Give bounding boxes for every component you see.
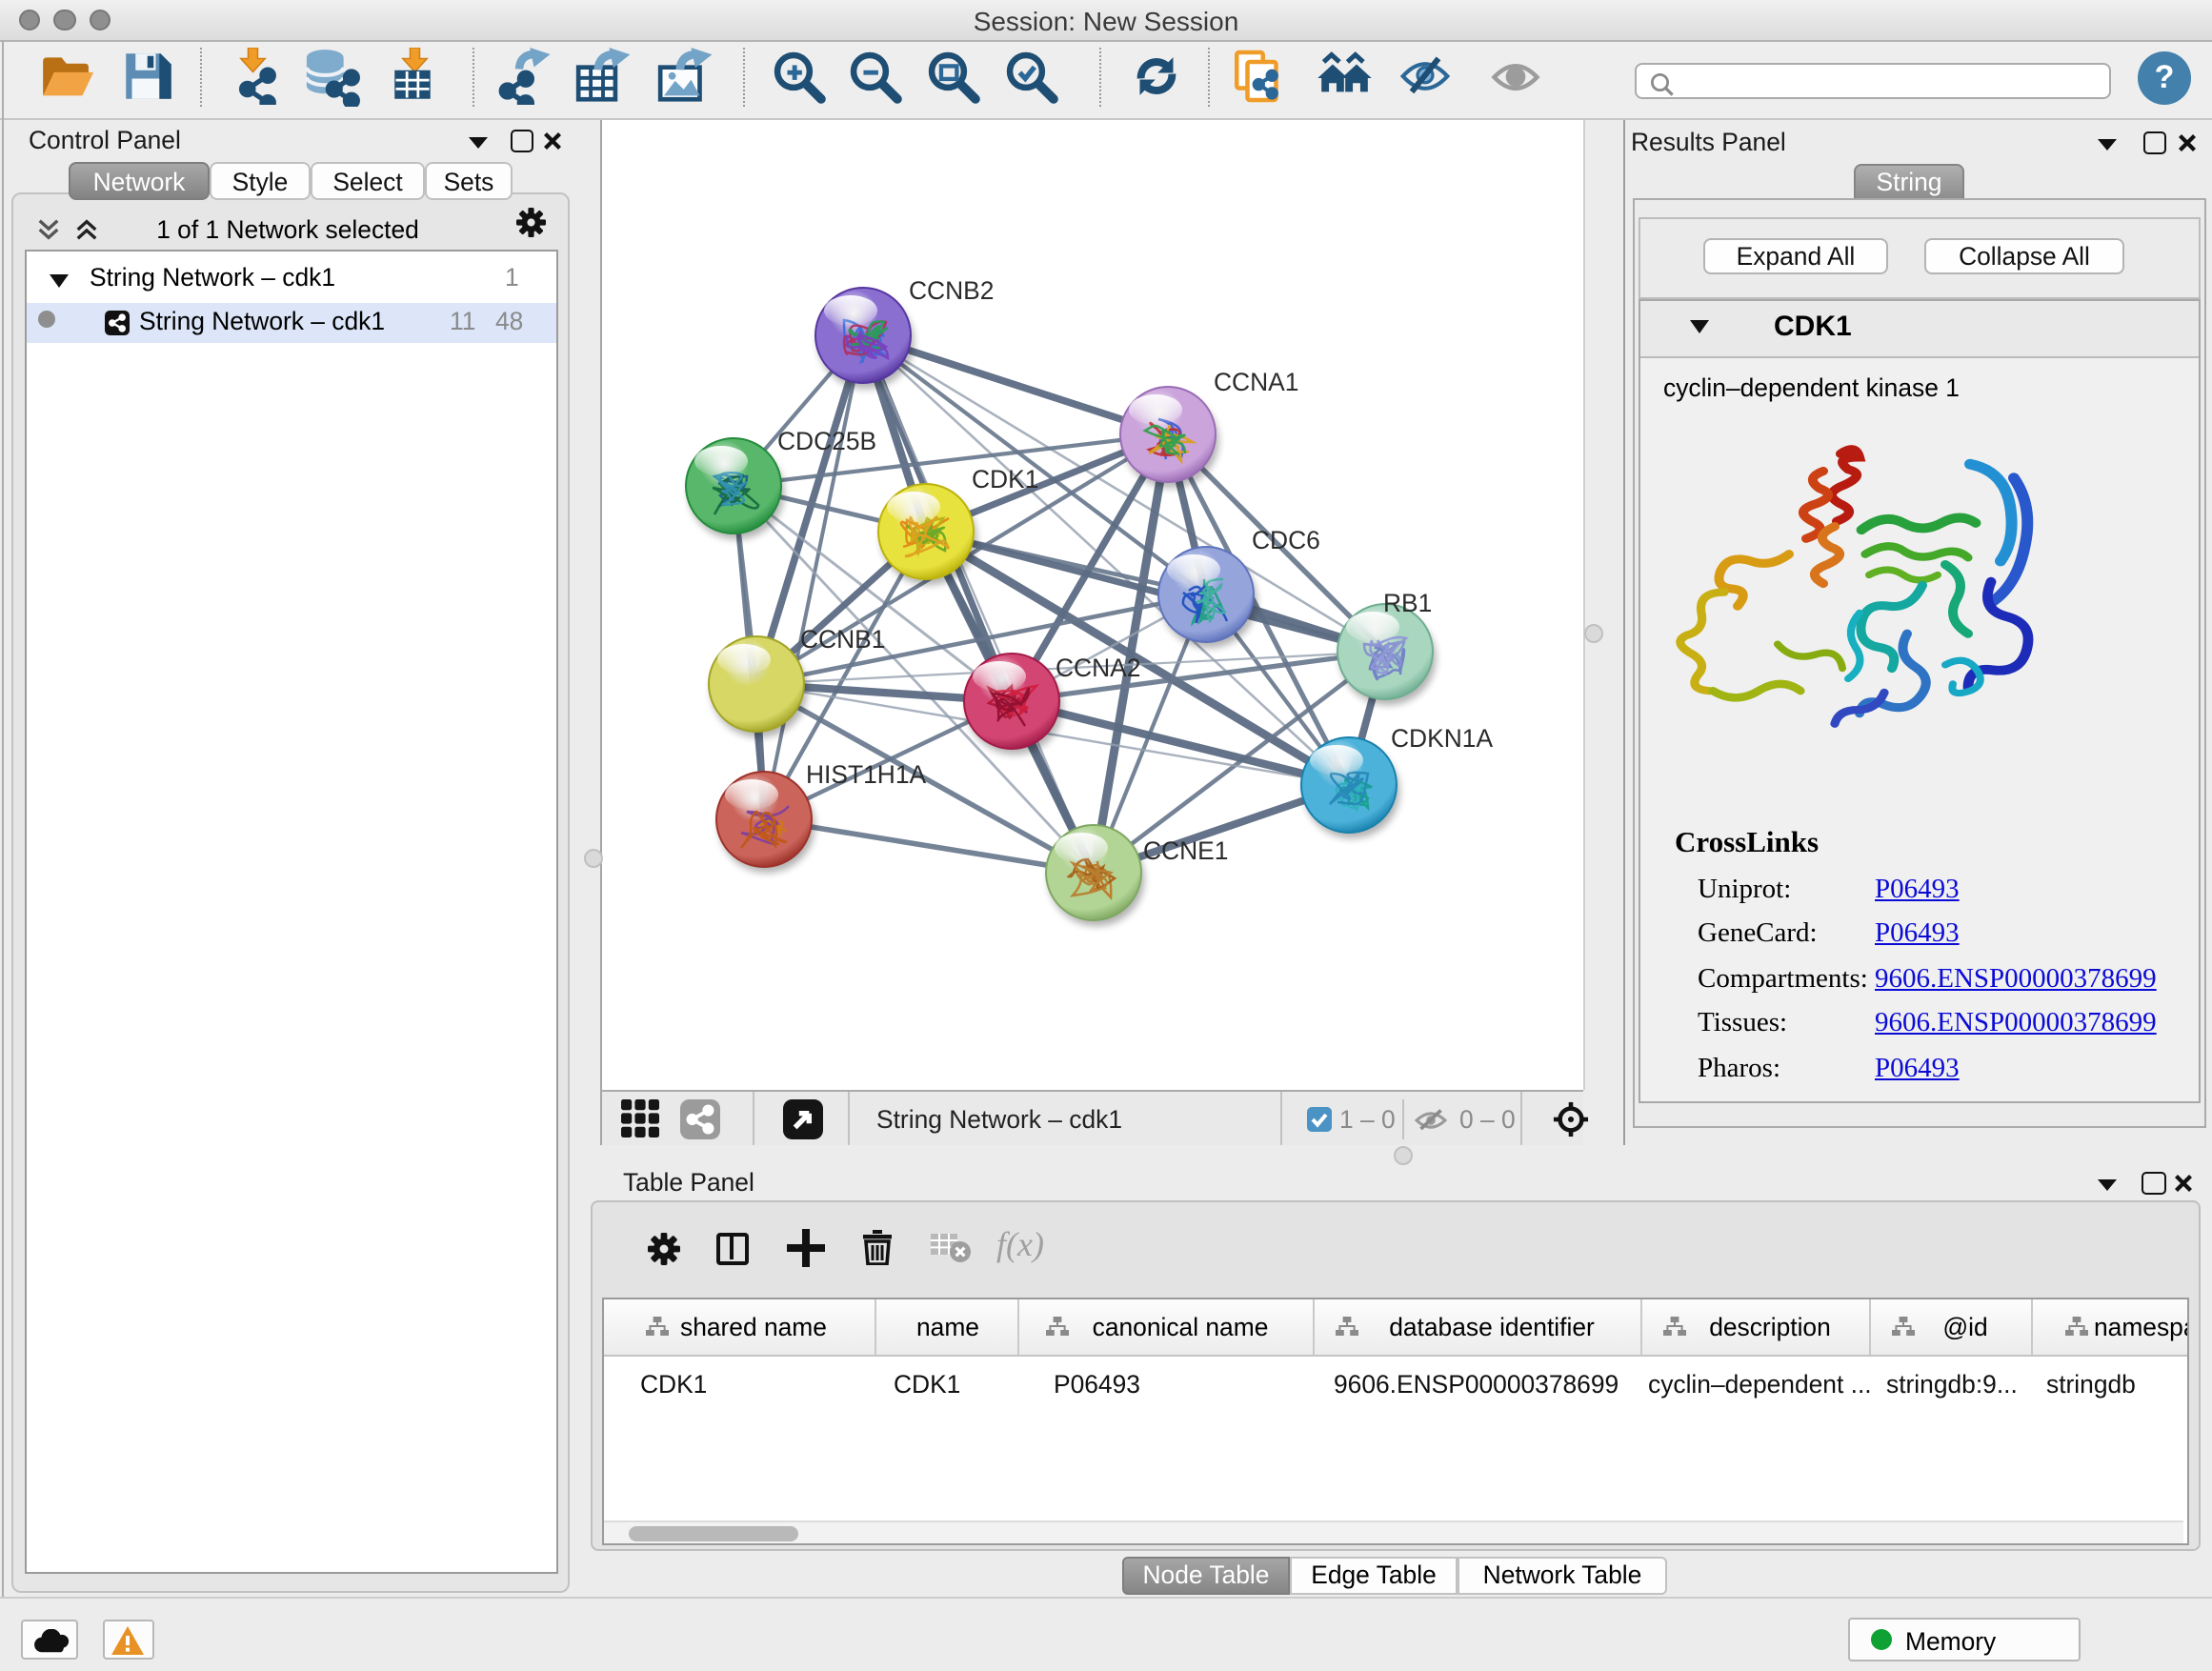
svg-text:CDK1: CDK1 [972,465,1038,493]
svg-text:CCNB2: CCNB2 [909,276,994,305]
svg-text:CDC6: CDC6 [1252,526,1320,554]
svg-text:HIST1H1A: HIST1H1A [806,760,927,789]
svg-text:CCNB1: CCNB1 [800,625,885,654]
svg-text:CCNA1: CCNA1 [1214,368,1298,396]
svg-text:RB1: RB1 [1383,589,1432,617]
svg-text:CCNE1: CCNE1 [1143,836,1228,865]
svg-text:CDC25B: CDC25B [777,427,876,455]
svg-text:CCNA2: CCNA2 [1056,654,1140,682]
svg-text:CDKN1A: CDKN1A [1391,724,1493,753]
